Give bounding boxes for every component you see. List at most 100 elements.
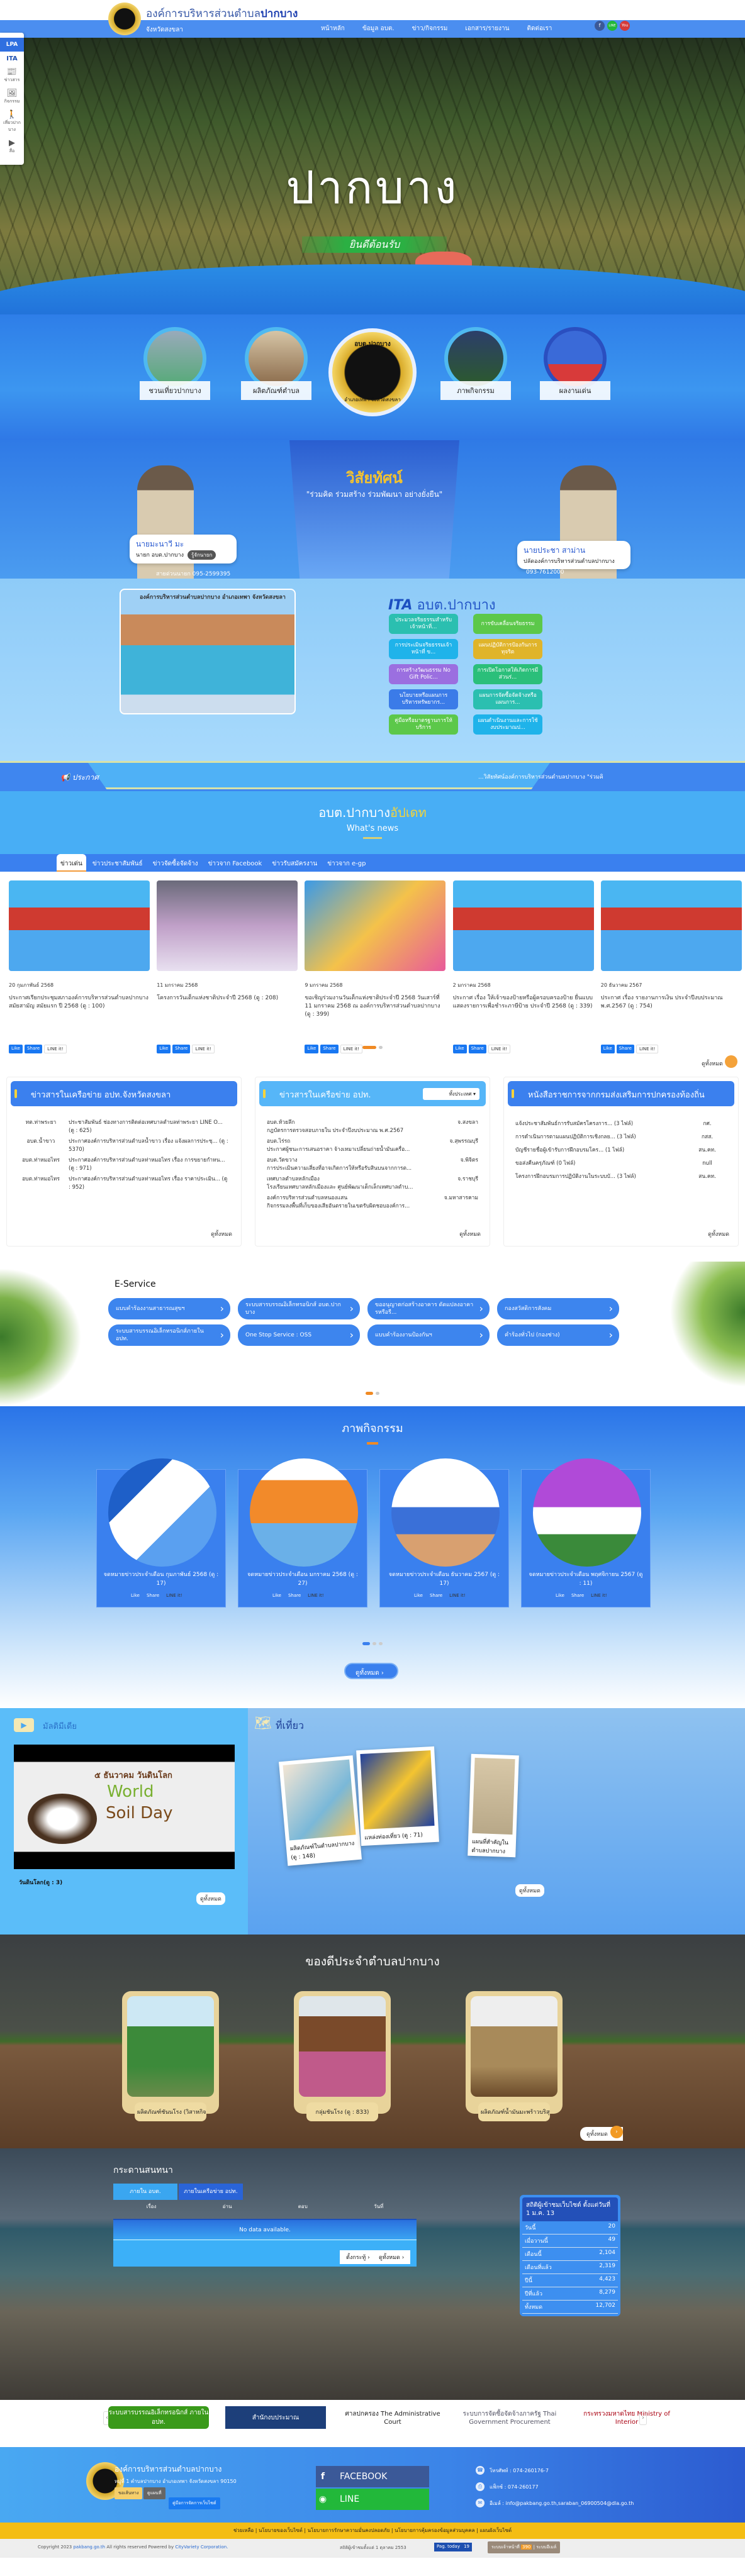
carousel-next-button[interactable]: › — [639, 2411, 647, 2425]
footer-email[interactable]: ✉ อีเมล์ : info@pakbang.go.th,saraban_069… — [476, 2499, 634, 2507]
share-button[interactable]: Share — [143, 1592, 162, 1599]
letter-title[interactable]: บัญชีรายชื่อผู้เข้ารับการฝึกอบรมโคร... (… — [513, 1144, 685, 1157]
site-link[interactable]: pakbang.go.th — [73, 2545, 105, 2550]
table-row[interactable]: ขอส่งคืนครุภัณฑ์ (0 ไฟล์) null — [513, 1157, 729, 1170]
activity-photo[interactable] — [250, 1458, 358, 1567]
activity-title[interactable]: จดหมายข่าวประจำเดือน ธันวาคม 2567 (ดู : … — [386, 1570, 502, 1588]
news-thumbnail[interactable] — [9, 880, 150, 971]
tourism-card[interactable]: แหล่งท่องเที่ยว (ดู : 71) — [356, 1746, 439, 1846]
tourism-see-all[interactable]: ดูทั้งหมด — [515, 1884, 544, 1897]
line-share-button[interactable]: LINE it! — [447, 1592, 468, 1599]
nav-about[interactable]: ข้อมูล อบต. — [362, 24, 395, 33]
side-item-travel[interactable]: 🚶 เที่ยวปากบาง — [0, 110, 24, 133]
eservice-link[interactable]: ขออนุญาตก่อสร้างอาคาร ดัดแปลงอาคารหรือรื… — [367, 1298, 490, 1319]
news-thumbnail[interactable] — [157, 880, 298, 971]
eservice-link[interactable]: คำร้องทั่วไป (กองช่าง) — [497, 1324, 619, 1346]
line-share-button[interactable]: LINE it! — [588, 1592, 610, 1599]
announcement-ticker[interactable]: ...วิสัยทัศน์องค์การบริหารส่วนตำบลปากบาง… — [478, 772, 603, 781]
share-button[interactable]: Share — [568, 1592, 587, 1599]
see-all-link[interactable]: ดูทั้งหมด — [211, 1230, 232, 1238]
activity-title[interactable]: จดหมายข่าวประจำเดือน พฤศจิกายน 2567 (ดู … — [528, 1570, 644, 1588]
share-button[interactable]: Share — [285, 1592, 304, 1599]
news-text[interactable]: ประกาศองค์การบริหารส่วนตำบลน้ำขาว เรื่อง… — [66, 1136, 232, 1155]
products-see-all[interactable]: ดูทั้งหมด — [580, 2126, 623, 2141]
ita-link-item[interactable]: แผนดำเนินงานและการใช้งบประมาณป... — [473, 714, 542, 735]
news-title[interactable]: ขอเชิญร่วมงานวันเด็กแห่งชาติประจำปี 2568… — [305, 994, 445, 1045]
tab-egp[interactable]: ข่าวจาก e-gp — [323, 854, 369, 872]
like-button[interactable]: Like — [412, 1592, 425, 1599]
letter-title[interactable]: โครงการฝึกอบรมการปฏิบัติงานในระบบบั... (… — [513, 1170, 685, 1184]
activity-photo[interactable] — [533, 1458, 641, 1567]
table-row[interactable]: อบต.น้ำขาว ประกาศองค์การบริหารส่วนตำบลน้ำ… — [16, 1136, 232, 1155]
dot[interactable] — [373, 1642, 376, 1645]
nav-contact[interactable]: ติดต่อเรา — [527, 24, 552, 33]
tab-internal[interactable]: ภายใน อบต. — [113, 2184, 177, 2200]
dot[interactable] — [362, 1642, 370, 1645]
product-card[interactable]: กลุ่มชันโรง (ดู : 833) — [294, 1991, 391, 2121]
news-text[interactable]: ประกาศองค์การบริหารส่วนตำบลท่าหมอไทร เรื… — [66, 1174, 232, 1193]
news-thumbnail[interactable] — [600, 880, 742, 971]
see-all-arrow-icon[interactable] — [725, 1055, 737, 1068]
facebook-button[interactable]: f FACEBOOK — [316, 2466, 429, 2487]
letter-title[interactable]: แจ้งประชาสัมพันธ์การรับสมัครโครงการ... (… — [513, 1118, 685, 1131]
news-text[interactable]: ประชาสัมพันธ์ ช่องทางการติดต่อเทศบาลตำบล… — [66, 1118, 232, 1136]
new-topic-button[interactable]: ตั้งกระทู้ › — [340, 2250, 376, 2264]
news-thumbnail[interactable] — [305, 880, 446, 971]
dot[interactable] — [379, 1046, 383, 1049]
like-button[interactable]: Like — [128, 1592, 142, 1599]
news-text[interactable]: การประเมินความเสี่ยงที่อาจเกิดการให้หรือ… — [267, 1165, 434, 1173]
nav-home[interactable]: หน้าหลัก — [321, 24, 345, 33]
eservice-link[interactable]: กองสวัสดิการสังคม — [497, 1298, 619, 1319]
table-row[interactable]: องค์การบริหารส่วนตำบลหนองแสน กิจกรรมลงพื้… — [264, 1193, 481, 1212]
news-text[interactable]: ประกาศองค์การบริหารส่วนตำบลท่าหมอไทร เรื… — [66, 1155, 232, 1174]
product-card[interactable]: ผลิตภัณฑ์น้ำมันมะพร้าวบริสุทธิ์บ้... — [466, 1991, 563, 2121]
news-thumbnail[interactable] — [452, 880, 594, 971]
region-select[interactable]: ทั้งประเทศ ▾ — [423, 1088, 479, 1100]
tourism-card[interactable]: แผนที่สำคัญในตำบลปากบาง (ดู : 142) — [468, 1753, 519, 1858]
news-card[interactable]: 11 มกราคม 2568 โครงการวันเด็กแห่งชาติประจ… — [157, 880, 298, 1053]
org-logo[interactable] — [108, 3, 141, 35]
eservice-link[interactable]: ระบบสารบรรณอิเล็กทรอนิกส์ภายใน อปท. — [108, 1324, 230, 1346]
activity-card[interactable]: จดหมายข่าวประจำเดือน มกราคม 2568 (ดู : 2… — [238, 1458, 367, 1607]
vendor-link[interactable]: CityVariety Corporation. — [175, 2545, 228, 2550]
circle-link-activities[interactable]: ภาพกิจกรรม — [440, 327, 511, 400]
line-icon[interactable]: LINE — [607, 21, 617, 31]
ita-link-item[interactable]: นโยบายหรือแผนการบริหารทรัพยากร... — [389, 689, 458, 709]
news-text[interactable]: โรงเรียนเทศบาลหลักเมืองและ ศูนย์พัฒนาเด็… — [267, 1184, 434, 1192]
line-share-button[interactable]: LINE it! — [305, 1592, 327, 1599]
ita-link-item[interactable]: การขับเคลื่อนจริยธรรม — [473, 614, 542, 634]
tab-featured[interactable]: ข่าวเด่น — [57, 854, 86, 872]
tab-facebook[interactable]: ข่าวจาก Facebook — [204, 854, 266, 872]
partner-logo-saraban[interactable]: ระบบสารบรรณอิเล็กทรอนิกส์ ภายใน อปท. — [108, 2406, 209, 2429]
activity-photo[interactable] — [108, 1458, 216, 1567]
directions-button[interactable]: ขอเส้นทาง — [115, 2487, 143, 2499]
letter-title[interactable]: ขอส่งคืนครุภัณฑ์ (0 ไฟล์) — [513, 1157, 685, 1170]
news-text[interactable]: ประกาศผู้ชนะการเสนอราคา จ้างเหมาเปลี่ยนถ… — [267, 1146, 434, 1154]
staff-group-photo[interactable]: องค์การบริหารส่วนตำบลปากบาง อำเภอเทพา จั… — [120, 589, 296, 714]
circle-link-achievements[interactable]: ผลงานเด่น — [540, 327, 610, 400]
news-title[interactable]: ประกาศ เรื่อง ให้เจ้าของป้ายหรือผู้ครอบค… — [453, 994, 594, 1045]
line-button[interactable]: ◉ LINE — [316, 2489, 429, 2510]
table-row[interactable]: โครงการฝึกอบรมการปฏิบัติงานในระบบบั... (… — [513, 1170, 729, 1184]
ita-link-item[interactable]: การเปิดโอกาสให้เกิดการมีส่วนร่... — [473, 664, 542, 684]
news-text[interactable]: กิจกรรมลงพื้นที่เก็บของเสียอันตรายในเขตร… — [267, 1202, 434, 1211]
news-title[interactable]: ประกาศ เรื่อง รายงานการเงิน ประจำปีงบประ… — [601, 994, 742, 1045]
news-card[interactable]: 2 มกราคม 2568 ประกาศ เรื่อง ให้เจ้าของป้า… — [452, 880, 594, 1053]
news-title[interactable]: ประกาศเรียกประชุมสภาองค์การบริหารส่วนตำบ… — [9, 994, 150, 1045]
table-row[interactable]: อบต.ไร่รถ ประกาศผู้ชนะการเสนอราคา จ้างเหม… — [264, 1136, 481, 1155]
ita-link[interactable]: ITA — [0, 55, 24, 62]
ita-link-item[interactable]: คู่มือหรือมาตรฐานการให้บริการ — [389, 714, 458, 735]
line-share-button[interactable]: LINE it! — [164, 1592, 185, 1599]
table-row[interactable]: อบต.ห้วยลึก กฎบัตรการตรวจสอบภายใน ประจำปี… — [264, 1118, 481, 1136]
nav-documents[interactable]: เอกสาร/รายงาน — [465, 24, 509, 33]
ita-link-item[interactable]: การประเมินจริยธรรมเจ้าหน้าที่ ข... — [389, 639, 458, 659]
web-manual-button[interactable]: คู่มือการจัดการเว็บไซต์ — [169, 2497, 220, 2509]
news-see-all[interactable]: ดูทั้งหมด — [702, 1059, 723, 1068]
activity-title[interactable]: จดหมายข่าวประจำเดือน มกราคม 2568 (ดู : 2… — [245, 1570, 361, 1588]
eservice-link[interactable]: ระบบสารบรรณอิเล็กทรอนิกส์ อบต.ปากบาง — [238, 1298, 360, 1319]
email-system-link[interactable]: ระบบอีเมล์ — [536, 2545, 556, 2550]
eservice-link[interactable]: แบบคำร้องงานสาธารณสุขฯ — [108, 1298, 230, 1319]
dot[interactable] — [366, 1392, 373, 1395]
table-row[interactable]: เทศบาลตำบลหลักเมือง โรงเรียนเทศบาลหลักเมื… — [264, 1174, 481, 1193]
side-item-news[interactable]: 📰 ข่าวสาร — [0, 67, 24, 84]
